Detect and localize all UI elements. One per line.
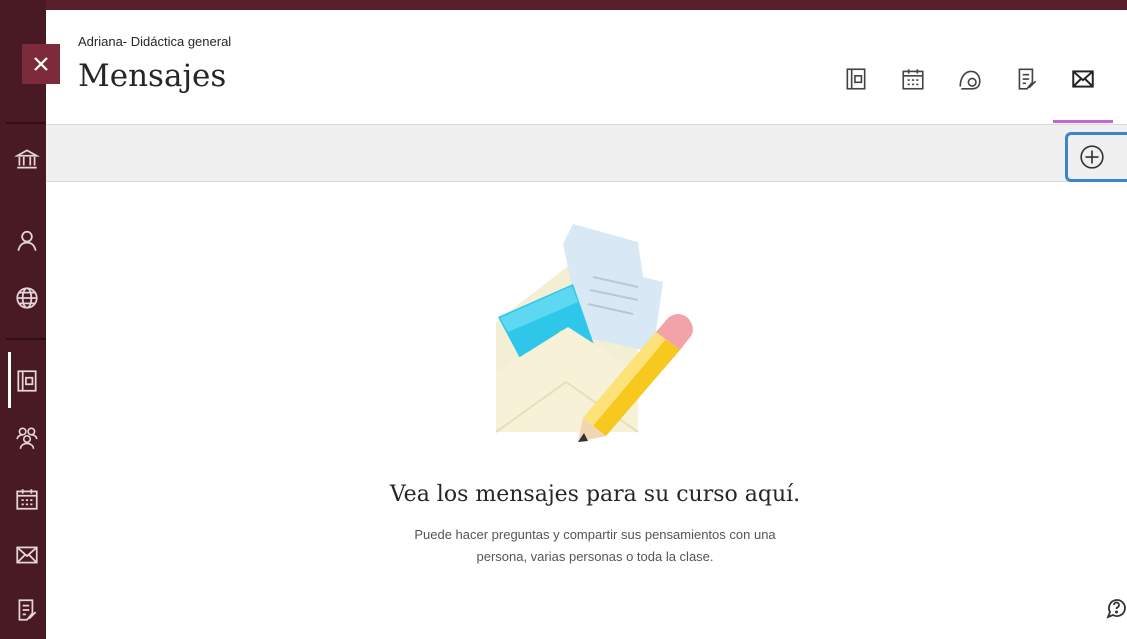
calendar-icon[interactable] [14, 486, 40, 512]
active-tab-indicator [1053, 120, 1113, 123]
sidebar-active-indicator [8, 352, 11, 408]
course-content-icon[interactable] [14, 368, 40, 394]
close-icon [34, 57, 48, 71]
course-name: Adriana- Didáctica general [78, 34, 232, 49]
add-circle-icon [1079, 145, 1104, 169]
sidebar-divider [6, 338, 46, 340]
grades-icon[interactable] [14, 597, 40, 623]
messages-icon[interactable] [14, 542, 40, 568]
empty-state-heading: Vea los mensajes para su curso aquí. [389, 482, 801, 507]
calendar-icon[interactable] [900, 66, 926, 92]
empty-state-description: Puede hacer preguntas y compartir sus pe… [414, 527, 776, 564]
gradebook-icon[interactable] [1014, 66, 1040, 92]
institution-icon[interactable] [14, 146, 40, 172]
page-title: Mensajes [78, 58, 227, 94]
groups-icon[interactable] [14, 425, 40, 451]
left-sidebar [0, 0, 46, 639]
discussions-icon[interactable] [957, 66, 983, 92]
messages-icon[interactable] [1070, 66, 1096, 92]
profile-icon[interactable] [14, 228, 40, 254]
envelope-pencil-illustration [495, 224, 693, 442]
toolbar [46, 125, 1127, 182]
new-message-button[interactable] [1065, 132, 1127, 182]
globe-icon[interactable] [14, 285, 40, 311]
content-icon[interactable] [843, 66, 869, 92]
close-button[interactable] [22, 44, 60, 84]
help-icon[interactable] [1105, 596, 1127, 620]
sidebar-divider [6, 122, 46, 124]
